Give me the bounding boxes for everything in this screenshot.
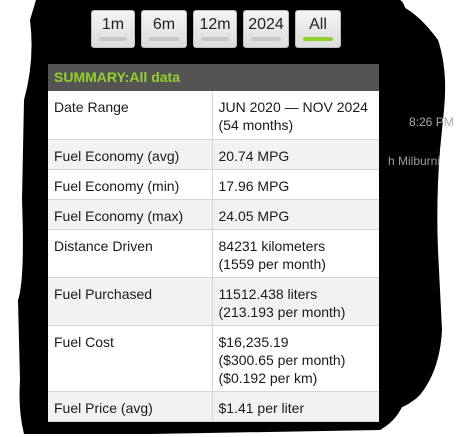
- summary-key: Fuel Purchased: [48, 277, 213, 326]
- summary-value: 17.96 MPG: [212, 169, 379, 200]
- summary-value-line: $1.41 per liter: [218, 399, 305, 416]
- summary-value-line: ($0.192 per km): [218, 369, 318, 386]
- table-row: Fuel Price (avg) $1.41 per liter: [48, 391, 379, 422]
- summary-key: Date Range: [48, 91, 213, 140]
- range-button-1m[interactable]: 1m: [91, 10, 135, 48]
- range-button-label: 2024: [248, 16, 284, 33]
- summary-value-line: ($300.65 per month): [218, 351, 346, 368]
- table-row: Fuel Economy (max) 24.05 MPG: [48, 199, 379, 230]
- summary-panel: SUMMARY:All data Date Range JUN 2020 — NO…: [48, 64, 379, 422]
- range-indicator: [149, 37, 179, 41]
- summary-value-line: 17.96 MPG: [218, 177, 290, 194]
- summary-value: 11512.438 liters (213.193 per month): [212, 277, 379, 326]
- summary-table: Date Range JUN 2020 — NOV 2024 (54 months)…: [48, 91, 379, 422]
- summary-key: Fuel Price (avg): [48, 391, 213, 422]
- summary-value-line: 24.05 MPG: [218, 207, 290, 224]
- range-button-label: 12m: [199, 16, 231, 33]
- summary-value: JUN 2020 — NOV 2024 (54 months): [212, 91, 379, 140]
- summary-key: Fuel Economy (max): [48, 199, 213, 230]
- background-time: 8:26 PM: [409, 115, 454, 129]
- summary-value-line: 84231 kilometers: [218, 237, 326, 254]
- summary-value: 20.74 MPG: [212, 139, 379, 170]
- summary-value: 84231 kilometers (1559 per month): [212, 229, 379, 278]
- range-selector: 1m 6m 12m 2024 All: [91, 10, 341, 50]
- summary-value: $16,235.19 ($300.65 per month) ($0.192 per…: [212, 325, 379, 392]
- summary-value: 24.05 MPG: [212, 199, 379, 230]
- summary-value-line: 20.74 MPG: [218, 147, 290, 164]
- summary-value: $1.41 per liter: [212, 391, 379, 422]
- range-button-12m[interactable]: 12m: [193, 10, 237, 48]
- range-button-label: 6m: [152, 16, 176, 33]
- summary-key: Fuel Economy (avg): [48, 139, 213, 170]
- summary-value-line: (1559 per month): [218, 255, 326, 272]
- range-indicator: [99, 37, 127, 41]
- table-row: Fuel Economy (min) 17.96 MPG: [48, 169, 379, 200]
- range-indicator-active: [303, 37, 333, 41]
- summary-value-line: JUN 2020 — NOV 2024: [218, 99, 368, 115]
- background-name: h Milburni: [388, 154, 441, 168]
- summary-key: Fuel Cost: [48, 325, 213, 392]
- summary-value-line: 11512.438 liters: [218, 285, 318, 302]
- summary-value-line: $16,235.19: [218, 333, 289, 350]
- table-row: Date Range JUN 2020 — NOV 2024 (54 months): [48, 91, 379, 140]
- table-row: Fuel Purchased 11512.438 liters (213.193 p…: [48, 277, 379, 326]
- range-indicator: [201, 37, 229, 41]
- range-button-6m[interactable]: 6m: [141, 10, 187, 48]
- range-button-label: All: [309, 16, 327, 33]
- range-button-2024[interactable]: 2024: [243, 10, 289, 48]
- range-indicator: [251, 37, 281, 41]
- summary-value-line: (213.193 per month): [218, 303, 346, 320]
- summary-title: SUMMARY:All data: [48, 64, 379, 91]
- summary-key: Fuel Economy (min): [48, 169, 213, 200]
- summary-value-line: (54 months): [218, 117, 294, 133]
- table-row: Fuel Cost $16,235.19 ($300.65 per month) ($…: [48, 325, 379, 392]
- range-button-label: 1m: [101, 16, 125, 33]
- table-row: Distance Driven 84231 kilometers (1559 per…: [48, 229, 379, 278]
- summary-key: Distance Driven: [48, 229, 213, 278]
- range-button-all[interactable]: All: [295, 10, 341, 48]
- table-row: Fuel Economy (avg) 20.74 MPG: [48, 139, 379, 170]
